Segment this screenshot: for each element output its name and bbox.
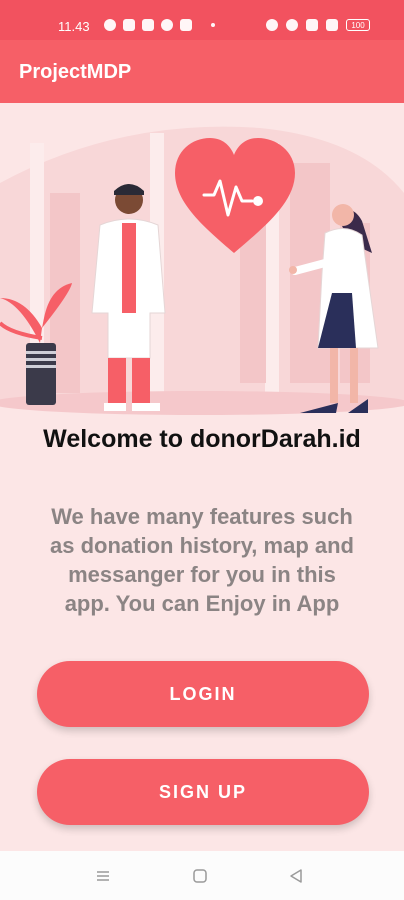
more-notifications-icon — [211, 23, 215, 27]
hero-illustration — [0, 126, 404, 415]
status-bar: 11.43 100 — [0, 0, 404, 40]
system-icons: 100 — [266, 19, 370, 31]
description-line: messanger for you in this — [68, 562, 336, 587]
sign-up-button[interactable]: SIGN UP — [37, 759, 369, 825]
mail-notification-icon — [142, 19, 154, 31]
alarm-icon — [266, 19, 278, 31]
menu-icon[interactable] — [95, 868, 111, 884]
app-title: ProjectMDP — [19, 61, 132, 83]
description-line: as donation history, map and — [50, 533, 354, 558]
status-time: 11.43 — [58, 19, 90, 34]
mute-icon — [286, 19, 298, 31]
notification-icons — [104, 19, 215, 31]
app-notification-icon — [180, 19, 192, 31]
description-line: app. You can Enjoy in App — [64, 591, 340, 616]
description-line: We have many features such — [51, 504, 353, 529]
signal-icon — [326, 19, 338, 31]
app-notification-icon — [161, 19, 173, 31]
app-bar: ProjectMDP — [0, 40, 404, 103]
system-nav-bar — [0, 851, 404, 900]
home-icon[interactable] — [192, 868, 208, 884]
welcome-title: Welcome to donorDarah.id — [43, 425, 361, 453]
wifi-icon — [306, 19, 318, 31]
battery-icon: 100 — [346, 19, 370, 31]
description-text: We have many features such as donation h… — [30, 502, 374, 618]
chat-notification-icon — [104, 19, 116, 31]
login-button[interactable]: LOGIN — [37, 661, 369, 727]
app-notification-icon — [123, 19, 135, 31]
back-icon[interactable] — [288, 868, 304, 884]
